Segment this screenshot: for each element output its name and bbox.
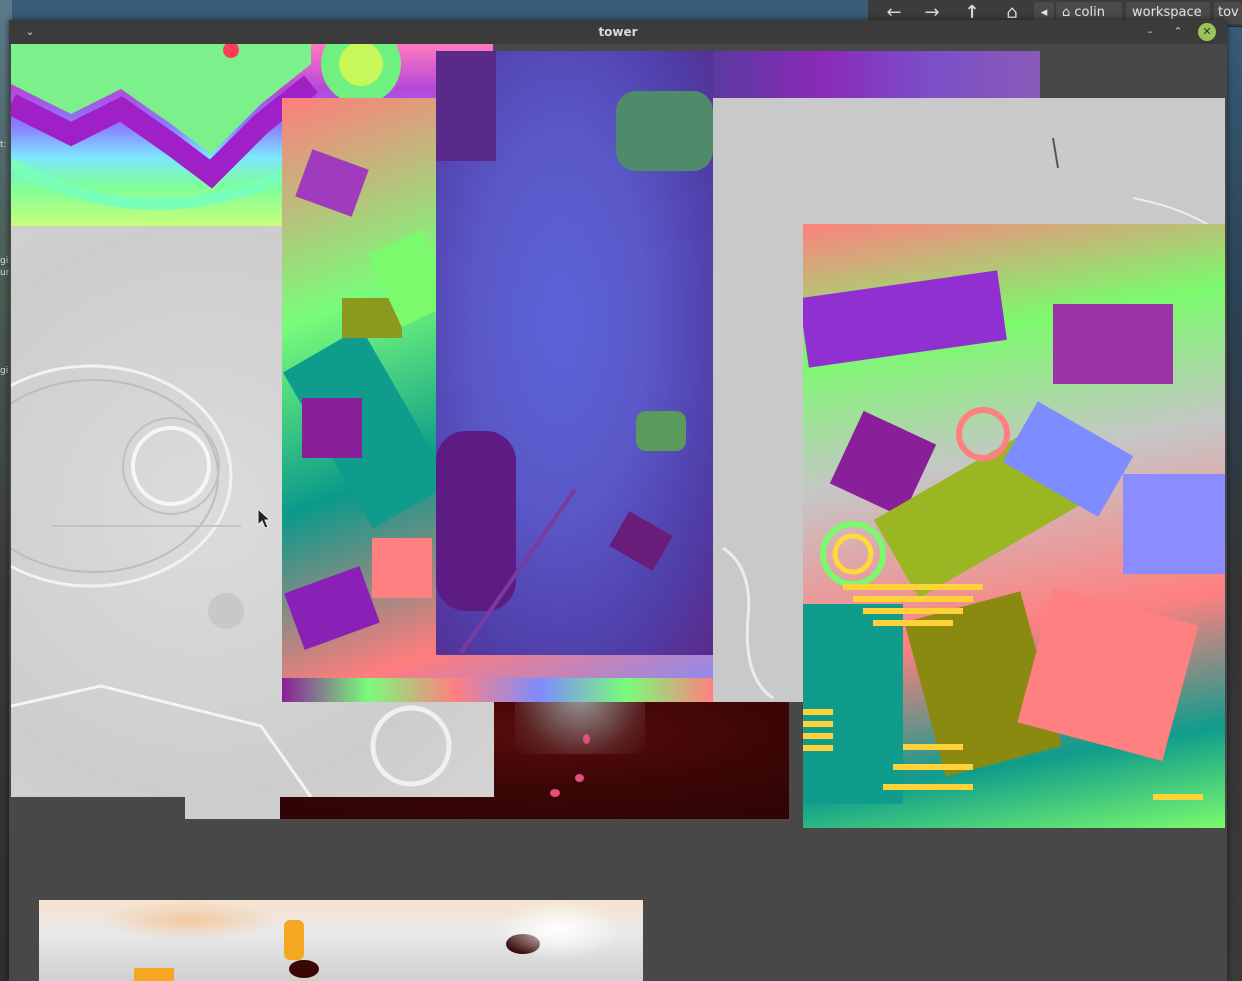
texture-blue-purple-noise-map [436,51,713,655]
texture-canvas[interactable] [9,44,1227,981]
chevron-down-icon: ⌄ [25,25,35,38]
window-menu-button[interactable]: ⌄ [21,23,39,41]
breadcrumb-label: workspace [1132,5,1202,20]
window-titlebar[interactable]: tower ⌄ – ⌃ ✕ [9,20,1227,45]
texture-orange-heat-map [39,900,643,981]
breadcrumb-label: tov [1218,5,1239,20]
mouse-cursor-icon [257,508,272,529]
home-icon: ⌂ [1062,5,1071,20]
texture-colorful-normal-map-right [803,224,1225,828]
minimize-icon: – [1147,25,1153,38]
triangle-left-icon: ◂ [1040,5,1048,20]
texture-purple-strip [713,51,1040,98]
maximize-button[interactable]: ⌃ [1169,23,1187,41]
minimize-button[interactable]: – [1141,23,1159,41]
desktop-text-fragment: ur [0,268,10,278]
window-title: tower [598,25,638,39]
desktop-text-fragment: t: [0,140,7,150]
tower-window: tower ⌄ – ⌃ ✕ [9,20,1227,981]
close-icon: ✕ [1202,25,1212,38]
maximize-icon: ⌃ [1173,25,1183,38]
breadcrumb-label: colin [1074,5,1105,20]
close-button[interactable]: ✕ [1198,23,1216,41]
